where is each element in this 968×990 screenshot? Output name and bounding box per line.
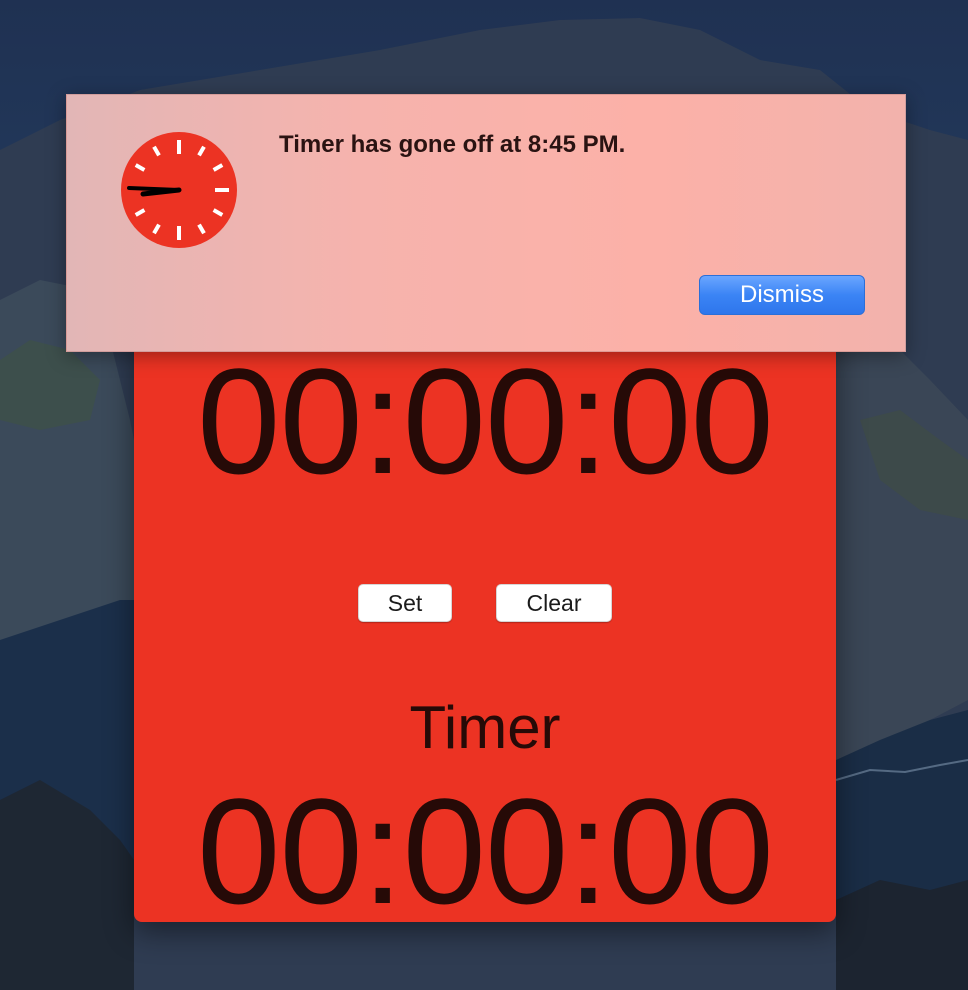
clear-button[interactable]: Clear (496, 584, 612, 622)
dismiss-button[interactable]: Dismiss (699, 275, 865, 315)
set-button[interactable]: Set (358, 584, 452, 622)
alert-message: Timer has gone off at 8:45 PM. (279, 131, 626, 158)
clock-icon (121, 132, 237, 248)
clock-display: 00:00:00 (197, 337, 774, 505)
alert-dialog: Timer has gone off at 8:45 PM. Dismiss (66, 94, 906, 352)
timer-app-window: 00:00:00 Set Clear Timer 00:00:00 (134, 300, 836, 926)
timer-display: 00:00:00 (197, 767, 774, 935)
timer-label: Timer (409, 694, 561, 761)
